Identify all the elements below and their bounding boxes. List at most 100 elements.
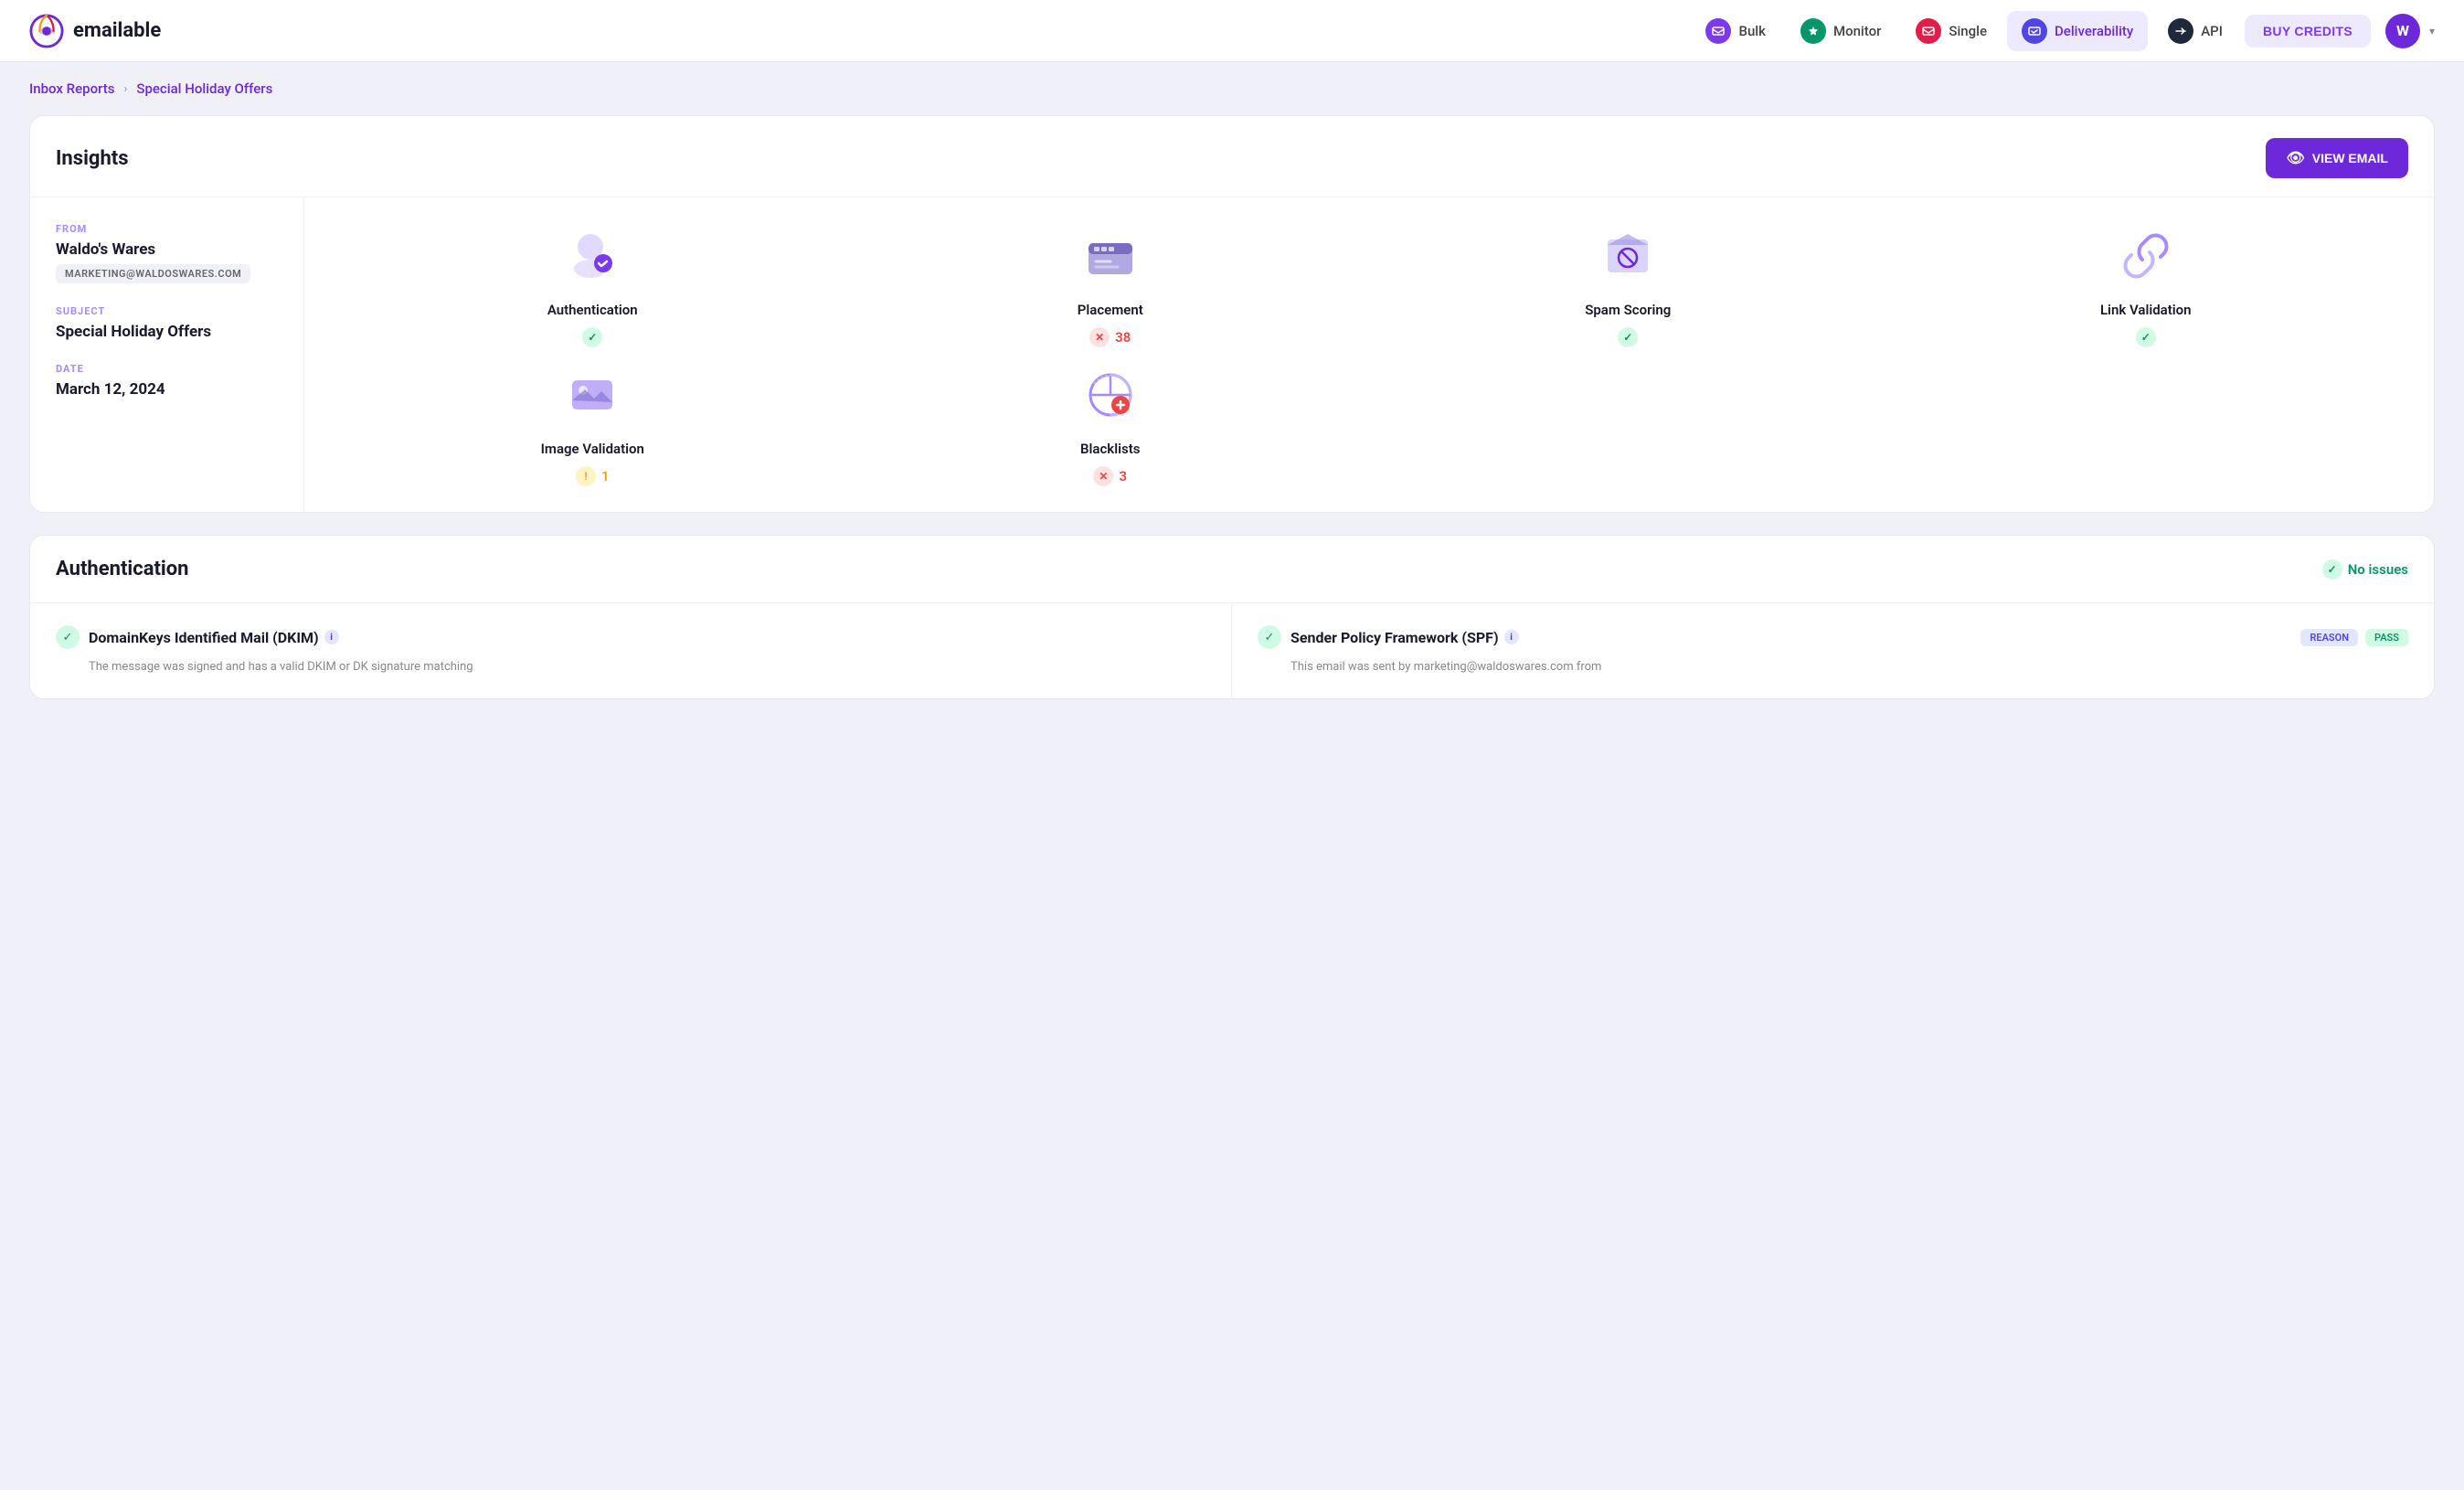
dkim-description: The message was signed and has a valid D… bbox=[56, 658, 1205, 676]
monitor-nav-label: Monitor bbox=[1833, 23, 1881, 39]
metric-image-validation[interactable]: Image Validation ! 1 bbox=[334, 362, 852, 486]
placement-count: 38 bbox=[1115, 329, 1131, 346]
no-issues-check-icon: ✓ bbox=[2322, 559, 2342, 580]
buy-credits-button[interactable]: BUY CREDITS bbox=[2245, 15, 2371, 48]
metric-authentication-status: ✓ bbox=[582, 327, 602, 347]
view-email-button[interactable]: 👁 VIEW EMAIL bbox=[2266, 138, 2408, 178]
blacklists-error-icon: ✕ bbox=[1093, 466, 1113, 486]
metric-placement[interactable]: Placement ✕ 38 bbox=[852, 223, 1370, 347]
metrics-grid: Authentication ✓ bbox=[304, 197, 2434, 512]
image-count: 1 bbox=[601, 468, 610, 484]
no-issues-badge: ✓ No issues bbox=[2322, 559, 2408, 580]
nav-item-api[interactable]: API bbox=[2153, 11, 2237, 51]
authentication-section-header: Authentication ✓ No issues bbox=[30, 536, 2434, 602]
metric-image-validation-name: Image Validation bbox=[541, 441, 644, 457]
metric-placement-status: ✕ 38 bbox=[1089, 327, 1131, 347]
deliverability-nav-label: Deliverability bbox=[2055, 23, 2133, 39]
app-name: emailable bbox=[73, 19, 161, 42]
insights-body: FROM Waldo's Wares MARKETING@WALDOSWARES… bbox=[30, 197, 2434, 512]
spf-info-icon[interactable]: i bbox=[1504, 630, 1519, 644]
insights-title: Insights bbox=[56, 147, 129, 170]
nav-item-deliverability[interactable]: Deliverability bbox=[2007, 11, 2148, 51]
nav-item-bulk[interactable]: Bulk bbox=[1691, 11, 1779, 51]
breadcrumb-separator-icon: › bbox=[123, 82, 127, 96]
spf-header: ✓ Sender Policy Framework (SPF) i REASON… bbox=[1258, 625, 2408, 649]
avatar[interactable]: W bbox=[2385, 14, 2420, 48]
dkim-cell: ✓ DomainKeys Identified Mail (DKIM) i Th… bbox=[30, 603, 1232, 698]
date-label: DATE bbox=[56, 363, 278, 375]
nav-item-monitor[interactable]: Monitor bbox=[1786, 11, 1896, 51]
blacklists-count: 3 bbox=[1119, 468, 1127, 484]
placement-error-icon: ✕ bbox=[1089, 327, 1110, 347]
metric-link-validation[interactable]: Link Validation ✓ bbox=[1887, 223, 2406, 347]
metric-spam-scoring-name: Spam Scoring bbox=[1585, 302, 1671, 318]
authentication-section-body: ✓ DomainKeys Identified Mail (DKIM) i Th… bbox=[30, 602, 2434, 698]
blacklists-icon bbox=[1078, 362, 1143, 428]
dkim-header: ✓ DomainKeys Identified Mail (DKIM) i bbox=[56, 625, 1205, 649]
subject-label: SUBJECT bbox=[56, 305, 278, 317]
pass-badge: PASS bbox=[2365, 629, 2408, 646]
metric-blacklists[interactable]: Blacklists ✕ 3 bbox=[852, 362, 1370, 486]
metric-spam-scoring-status: ✓ bbox=[1618, 327, 1638, 347]
from-label: FROM bbox=[56, 223, 278, 235]
api-nav-icon bbox=[2168, 18, 2193, 44]
subject-value: Special Holiday Offers bbox=[56, 323, 278, 341]
spam-scoring-icon bbox=[1595, 223, 1661, 289]
nav-item-single[interactable]: Single bbox=[1901, 11, 2002, 51]
placement-icon bbox=[1078, 223, 1143, 289]
from-email-badge: MARKETING@WALDOSWARES.COM bbox=[56, 264, 250, 283]
authentication-section-title: Authentication bbox=[56, 558, 188, 580]
breadcrumb-parent-link[interactable]: Inbox Reports bbox=[29, 80, 114, 97]
metric-authentication[interactable]: Authentication ✓ bbox=[334, 223, 852, 347]
api-nav-label: API bbox=[2201, 23, 2223, 39]
nav-items: Bulk Monitor Single Deliverability bbox=[1691, 11, 2237, 51]
single-nav-label: Single bbox=[1949, 23, 1987, 39]
from-section: FROM Waldo's Wares MARKETING@WALDOSWARES… bbox=[56, 223, 278, 283]
spf-cell: ✓ Sender Policy Framework (SPF) i REASON… bbox=[1232, 603, 2434, 698]
user-menu-chevron-icon[interactable]: ▾ bbox=[2429, 25, 2435, 37]
breadcrumb-current: Special Holiday Offers bbox=[136, 80, 272, 97]
authentication-check-icon: ✓ bbox=[582, 327, 602, 347]
authentication-icon bbox=[559, 223, 625, 289]
link-validation-icon bbox=[2113, 223, 2179, 289]
spf-check-icon: ✓ bbox=[1258, 625, 1281, 649]
metric-spam-scoring[interactable]: Spam Scoring ✓ bbox=[1369, 223, 1887, 347]
no-issues-text: No issues bbox=[2348, 561, 2408, 578]
logo-area: emailable bbox=[29, 14, 161, 48]
from-name: Waldo's Wares bbox=[56, 240, 278, 259]
dkim-info-icon[interactable]: i bbox=[324, 630, 339, 644]
bulk-nav-label: Bulk bbox=[1738, 23, 1765, 39]
metric-blacklists-name: Blacklists bbox=[1080, 441, 1140, 457]
metric-authentication-name: Authentication bbox=[547, 302, 638, 318]
reason-badge: REASON bbox=[2300, 629, 2358, 646]
breadcrumb: Inbox Reports › Special Holiday Offers bbox=[0, 62, 2464, 115]
emailable-logo-icon bbox=[29, 14, 64, 48]
spf-badges: REASON PASS bbox=[2300, 629, 2408, 646]
metric-link-validation-status: ✓ bbox=[2136, 327, 2156, 347]
image-validation-icon bbox=[559, 362, 625, 428]
insights-card: Insights 👁 VIEW EMAIL FROM Waldo's Wares… bbox=[29, 115, 2435, 513]
spf-title: Sender Policy Framework (SPF) i bbox=[1290, 629, 2291, 646]
metric-link-validation-name: Link Validation bbox=[2100, 302, 2192, 318]
metric-placement-name: Placement bbox=[1078, 302, 1143, 318]
navbar: emailable Bulk Monitor Single bbox=[0, 0, 2464, 62]
spf-description: This email was sent by marketing@waldosw… bbox=[1258, 658, 2408, 676]
bulk-nav-icon bbox=[1705, 18, 1731, 44]
image-warn-icon: ! bbox=[576, 466, 596, 486]
view-email-btn-label: VIEW EMAIL bbox=[2312, 151, 2388, 165]
authentication-section-card: Authentication ✓ No issues ✓ DomainKeys … bbox=[29, 535, 2435, 699]
single-nav-icon bbox=[1916, 18, 1941, 44]
insights-header: Insights 👁 VIEW EMAIL bbox=[30, 116, 2434, 197]
main-content: Insights 👁 VIEW EMAIL FROM Waldo's Wares… bbox=[0, 115, 2464, 729]
date-value: March 12, 2024 bbox=[56, 380, 278, 399]
metric-image-validation-status: ! 1 bbox=[576, 466, 610, 486]
subject-section: SUBJECT Special Holiday Offers bbox=[56, 305, 278, 341]
monitor-nav-icon bbox=[1800, 18, 1826, 44]
spam-check-icon: ✓ bbox=[1618, 327, 1638, 347]
metric-blacklists-status: ✕ 3 bbox=[1093, 466, 1127, 486]
date-section: DATE March 12, 2024 bbox=[56, 363, 278, 399]
link-check-icon: ✓ bbox=[2136, 327, 2156, 347]
dkim-title: DomainKeys Identified Mail (DKIM) i bbox=[89, 629, 339, 646]
dkim-check-icon: ✓ bbox=[56, 625, 80, 649]
email-meta-panel: FROM Waldo's Wares MARKETING@WALDOSWARES… bbox=[30, 197, 304, 512]
